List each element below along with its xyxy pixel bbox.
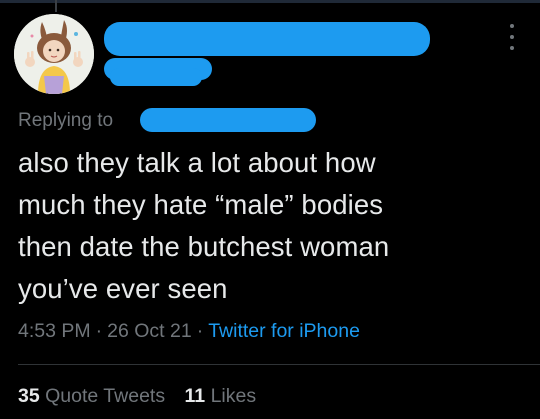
- tweet-text-line: much they hate “male” bodies: [18, 189, 384, 220]
- redacted-username-extra: [110, 68, 202, 86]
- likes-count: 11: [184, 385, 206, 407]
- quote-tweets-count: 35: [18, 385, 40, 407]
- likes-label: Likes: [210, 385, 257, 407]
- tweet-stats: 35 Quote Tweets 11 Likes: [18, 385, 270, 408]
- tweet-source-link[interactable]: Twitter for iPhone: [208, 320, 360, 342]
- tweet-text-line: also they talk a lot about how: [18, 147, 376, 178]
- quote-tweets-stat[interactable]: 35 Quote Tweets: [18, 385, 165, 407]
- avatar[interactable]: [14, 14, 94, 94]
- replying-to-label: Replying to: [18, 110, 114, 131]
- separator-dot: ·: [95, 320, 103, 342]
- redacted-display-name: [104, 22, 430, 56]
- likes-stat[interactable]: 11 Likes: [185, 385, 257, 407]
- quote-tweets-label: Quote Tweets: [45, 385, 166, 407]
- tweet-time[interactable]: 4:53 PM: [18, 320, 91, 342]
- divider: [18, 364, 540, 365]
- separator-dot: ·: [196, 320, 204, 342]
- tweet-text-line: you’ve ever seen: [18, 273, 228, 304]
- redacted-replying-handle[interactable]: [140, 108, 316, 132]
- top-border: [0, 0, 540, 3]
- tweet-text: also they talk a lot about how much they…: [18, 142, 523, 310]
- tweet-metadata: 4:53 PM · 26 Oct 21 · Twitter for iPhone: [18, 320, 360, 343]
- tweet-text-line: then date the butchest woman: [18, 231, 390, 262]
- thread-connector-line: [55, 0, 57, 12]
- tweet-date[interactable]: 26 Oct 21: [107, 320, 192, 342]
- avatar-illustration: [14, 14, 94, 94]
- more-options-icon[interactable]: [505, 24, 519, 50]
